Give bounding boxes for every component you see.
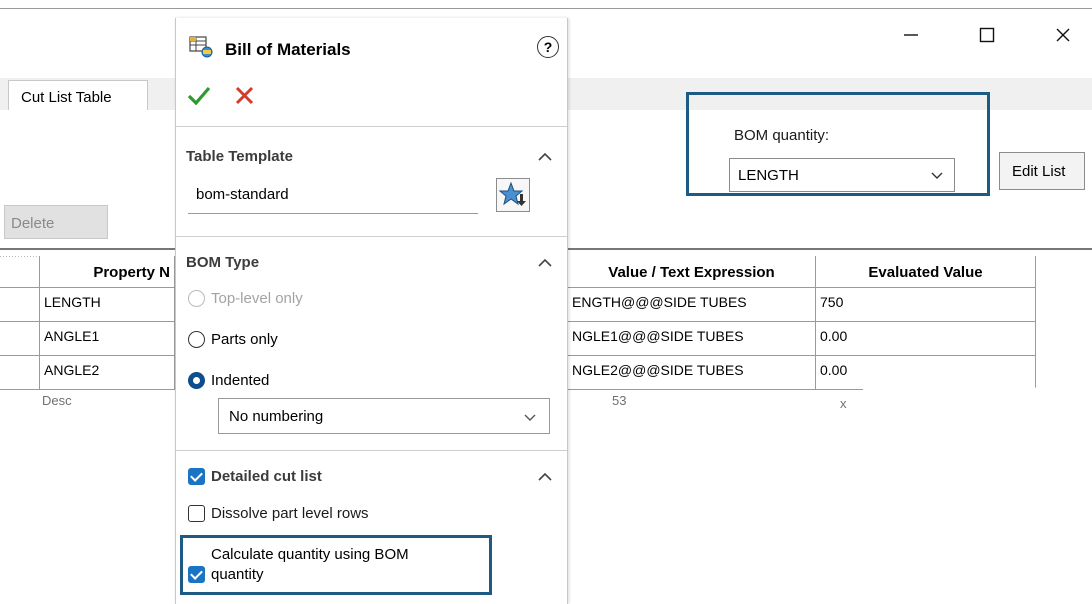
- bom-quantity-label: BOM quantity:: [734, 127, 830, 144]
- bom-property-manager: Bill of Materials ? Table Template bom-s…: [175, 18, 568, 604]
- checkbox: [188, 505, 205, 522]
- window-top-border: [0, 8, 1092, 9]
- detailed-cut-list-toggle[interactable]: Detailed cut list: [188, 468, 322, 485]
- radio-indented[interactable]: Indented: [188, 372, 269, 389]
- table-cell[interactable]: NGLE2@@@SIDE TUBES: [568, 356, 816, 390]
- edit-list-button[interactable]: Edit List: [999, 152, 1085, 190]
- checkbox-label-line1: Calculate quantity using BOM: [211, 546, 409, 563]
- maximize-icon: [979, 27, 995, 43]
- numbering-value: No numbering: [229, 408, 324, 425]
- maximize-button[interactable]: [972, 20, 1002, 50]
- chevron-up-icon[interactable]: [537, 258, 553, 268]
- cancel-button[interactable]: [230, 80, 260, 110]
- table-cell[interactable]: NGLE1@@@SIDE TUBES: [568, 322, 816, 356]
- ok-checkmark-button[interactable]: [184, 80, 214, 110]
- bom-quantity-select[interactable]: LENGTH: [729, 158, 955, 192]
- bom-quantity-value: LENGTH: [738, 167, 799, 184]
- chevron-up-icon[interactable]: [537, 472, 553, 482]
- minimize-button[interactable]: [896, 20, 926, 50]
- help-button[interactable]: ?: [537, 36, 559, 58]
- checkbox-label: Calculate quantity using BOM quantity: [211, 545, 409, 585]
- table-template-input[interactable]: bom-standard: [188, 178, 478, 214]
- checkbox: [188, 468, 205, 485]
- delete-button[interactable]: Delete: [4, 205, 108, 239]
- header-property-name[interactable]: Property N: [40, 256, 175, 288]
- panel-header: Bill of Materials ?: [176, 18, 567, 78]
- x-icon: [235, 86, 254, 105]
- row-selector[interactable]: [0, 288, 40, 322]
- table-cell[interactable]: ANGLE2: [40, 356, 175, 390]
- radio-parts-only[interactable]: Parts only: [188, 331, 278, 348]
- radio-label: Top-level only: [211, 290, 303, 307]
- close-icon: [1056, 28, 1070, 42]
- chevron-down-icon: [524, 414, 536, 421]
- checkmark-icon: [187, 86, 211, 106]
- table-cell[interactable]: ENGTH@@@SIDE TUBES: [568, 288, 816, 322]
- numbering-select[interactable]: No numbering: [218, 398, 550, 434]
- radio-circle: [188, 372, 205, 389]
- dissolve-part-level-rows-checkbox[interactable]: Dissolve part level rows: [188, 505, 369, 522]
- divider: [176, 450, 567, 451]
- header-value-expression[interactable]: Value / Text Expression: [568, 256, 816, 288]
- table-cell[interactable]: LENGTH: [40, 288, 175, 322]
- checkbox: [188, 566, 205, 583]
- partial-row-value: x: [840, 396, 847, 411]
- radio-circle: [188, 331, 205, 348]
- chevron-down-icon: [931, 172, 943, 179]
- partial-row-expression: 53: [612, 393, 627, 408]
- header-evaluated-value[interactable]: Evaluated Value: [816, 256, 1036, 288]
- row-selector[interactable]: [0, 322, 40, 356]
- radio-label: Parts only: [211, 331, 278, 348]
- bom-type-title[interactable]: BOM Type: [186, 254, 259, 271]
- checkbox-label-line2: quantity: [211, 566, 264, 583]
- bom-table-icon: [189, 36, 213, 58]
- table-cell[interactable]: 0.00: [816, 322, 1036, 356]
- radio-top-level-only[interactable]: Top-level only: [188, 290, 303, 307]
- minimize-icon: [904, 34, 918, 36]
- divider: [176, 126, 567, 127]
- radio-circle: [188, 290, 205, 307]
- close-window-button[interactable]: [1048, 20, 1078, 50]
- tab-cut-list-table[interactable]: Cut List Table: [8, 80, 148, 110]
- radio-label: Indented: [211, 372, 270, 389]
- star-folder-icon: [498, 181, 526, 206]
- panel-title: Bill of Materials: [225, 40, 351, 59]
- row-selector[interactable]: [0, 356, 40, 390]
- table-cell[interactable]: 750: [816, 288, 1036, 322]
- divider: [176, 236, 567, 237]
- redaction-blob: [860, 380, 1040, 420]
- table-cell[interactable]: ANGLE1: [40, 322, 175, 356]
- chevron-up-icon[interactable]: [537, 152, 553, 162]
- calculate-quantity-checkbox[interactable]: Calculate quantity using BOM quantity: [188, 545, 409, 585]
- table-template-title[interactable]: Table Template: [186, 148, 293, 165]
- table-corner[interactable]: [0, 256, 40, 288]
- checkbox-label: Dissolve part level rows: [211, 505, 369, 522]
- detailed-cut-list-title: Detailed cut list: [211, 468, 322, 485]
- partial-row-property: Desc: [42, 393, 72, 408]
- open-template-button[interactable]: [496, 178, 530, 212]
